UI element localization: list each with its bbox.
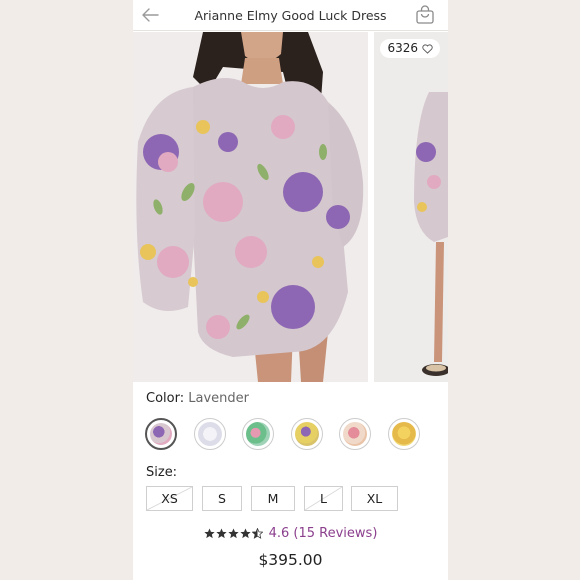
color-swatches — [145, 418, 435, 452]
color-row: Color: Lavender — [146, 391, 249, 406]
color-swatch[interactable] — [388, 418, 420, 450]
shopping-bag-icon[interactable] — [415, 5, 435, 25]
size-option-label: M — [267, 491, 279, 506]
size-option-s[interactable]: S — [202, 486, 242, 511]
product-photo-next[interactable]: 6326 — [374, 32, 448, 382]
product-price: $395.00 — [258, 551, 323, 569]
heart-icon[interactable] — [422, 43, 433, 54]
star-half-icon — [251, 528, 263, 539]
star-icon — [227, 528, 239, 539]
rating-link[interactable]: 4.6 (15 Reviews) — [269, 526, 378, 541]
star-icon — [239, 528, 251, 539]
size-option-m[interactable]: M — [251, 486, 295, 511]
product-photo-main[interactable] — [133, 32, 368, 382]
star-icon — [203, 528, 215, 539]
likes-count: 6326 — [387, 41, 418, 55]
likes-badge[interactable]: 6326 — [380, 39, 440, 58]
color-swatch[interactable] — [242, 418, 274, 450]
size-option-xs[interactable]: XS — [146, 486, 193, 511]
color-swatch-lavender[interactable] — [145, 418, 177, 450]
color-swatch[interactable] — [194, 418, 226, 450]
size-option-l[interactable]: L — [304, 486, 343, 511]
size-option-xl[interactable]: XL — [351, 486, 398, 511]
product-image-gallery[interactable]: 6326 — [133, 32, 448, 382]
rating-stars — [203, 528, 263, 539]
color-label: Color: — [146, 391, 185, 406]
size-option-label: XL — [366, 491, 383, 506]
rating-row[interactable]: 4.6 (15 Reviews) — [133, 526, 448, 541]
color-swatch[interactable] — [339, 418, 371, 450]
top-nav-bar: Arianne Elmy Good Luck Dress — [133, 0, 448, 31]
size-label: Size: — [146, 465, 178, 480]
color-swatch[interactable] — [291, 418, 323, 450]
page-title: Arianne Elmy Good Luck Dress — [194, 8, 387, 23]
size-option-label: L — [320, 491, 327, 506]
back-arrow-icon[interactable] — [141, 6, 161, 24]
size-option-label: S — [218, 491, 226, 506]
color-selected-value: Lavender — [188, 391, 249, 406]
product-screen: Arianne Elmy Good Luck Dress 6326 Color:… — [133, 0, 448, 580]
size-option-label: XS — [161, 491, 178, 506]
size-options: XS S M L XL — [146, 486, 406, 512]
star-icon — [215, 528, 227, 539]
